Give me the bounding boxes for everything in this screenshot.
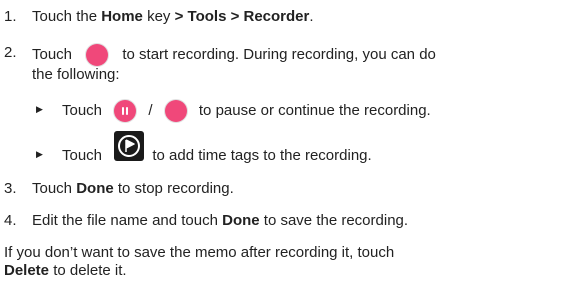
record-button-icon — [86, 44, 109, 66]
footer-line-2: Delete to delete it. — [4, 262, 127, 279]
time-tag-glyph — [118, 135, 141, 157]
bold-done: Done — [222, 212, 260, 229]
bold-done: Done — [76, 180, 114, 197]
step-number: 4. — [4, 212, 17, 229]
step-text: Touch the Home key > Tools > Recorder. — [32, 8, 314, 25]
step-text: Touch Done to stop recording. — [32, 180, 234, 197]
bullet-icon: ▶ — [36, 149, 43, 159]
pause-button-icon — [114, 100, 137, 122]
step-number: 3. — [4, 180, 17, 197]
bold-path: > Tools > Recorder — [174, 8, 310, 25]
bullet-icon: ▶ — [36, 104, 43, 114]
bold-home: Home — [101, 8, 143, 25]
step-text: Touch to start recording. During recordi… — [32, 44, 436, 66]
sub-step-text: Touch to add time tags to the recording. — [62, 131, 372, 167]
record-button-icon — [164, 100, 187, 122]
step-number: 1. — [4, 8, 17, 25]
step-text: Edit the file name and touch Done to sav… — [32, 212, 409, 229]
footer-line-1: If you don’t want to save the memo after… — [4, 244, 395, 261]
step-number: 2. — [4, 44, 17, 61]
sub-step-text: Touch / to pause or continue the recordi… — [62, 100, 431, 122]
time-tag-button-icon — [114, 131, 145, 161]
bold-delete: Delete — [4, 262, 50, 279]
